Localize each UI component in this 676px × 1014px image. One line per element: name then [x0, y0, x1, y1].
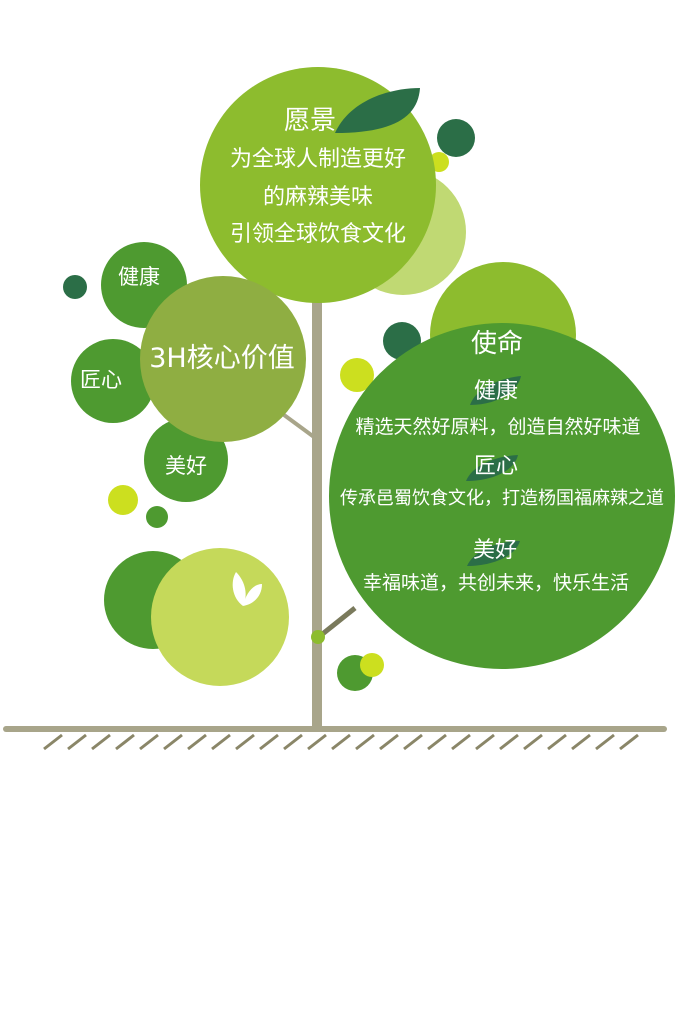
- mission-text: 幸福味道，共创未来，快乐生活: [362, 572, 630, 594]
- vision-line: 引领全球饮食文化: [229, 222, 407, 247]
- bubble-small-dark: [63, 275, 87, 299]
- value-label-beauty: 美好: [165, 454, 207, 478]
- branch-left: [278, 410, 316, 439]
- branch-right: [318, 606, 357, 638]
- bubble-small-green: [146, 506, 168, 528]
- mission-heading: 匠心: [473, 454, 519, 479]
- trunk-bud: [311, 630, 325, 644]
- mission-title: 使命: [470, 329, 524, 359]
- bubble-small-yellow: [108, 485, 138, 515]
- mission-text: 精选天然好原料，创造自然好味道: [355, 416, 641, 438]
- bubble-small-dark: [437, 119, 475, 157]
- core-values-title: 3H核心价值: [149, 343, 295, 374]
- value-label-craft: 匠心: [80, 368, 122, 392]
- mission-text: 传承邑蜀饮食文化，打造杨国福麻辣之道: [340, 488, 664, 509]
- vision-line: 的麻辣美味: [262, 185, 374, 210]
- value-label-health: 健康: [118, 265, 160, 289]
- vision-title: 愿景: [283, 106, 337, 136]
- bubble-small-yellow: [360, 653, 384, 677]
- bubble-lower-pale: [151, 548, 289, 686]
- tree-trunk: [312, 285, 322, 730]
- ground-hatching: [43, 733, 639, 751]
- mission-heading: 健康: [473, 379, 519, 404]
- mission-heading: 美好: [472, 538, 518, 563]
- vision-line: 为全球人制造更好: [229, 147, 407, 172]
